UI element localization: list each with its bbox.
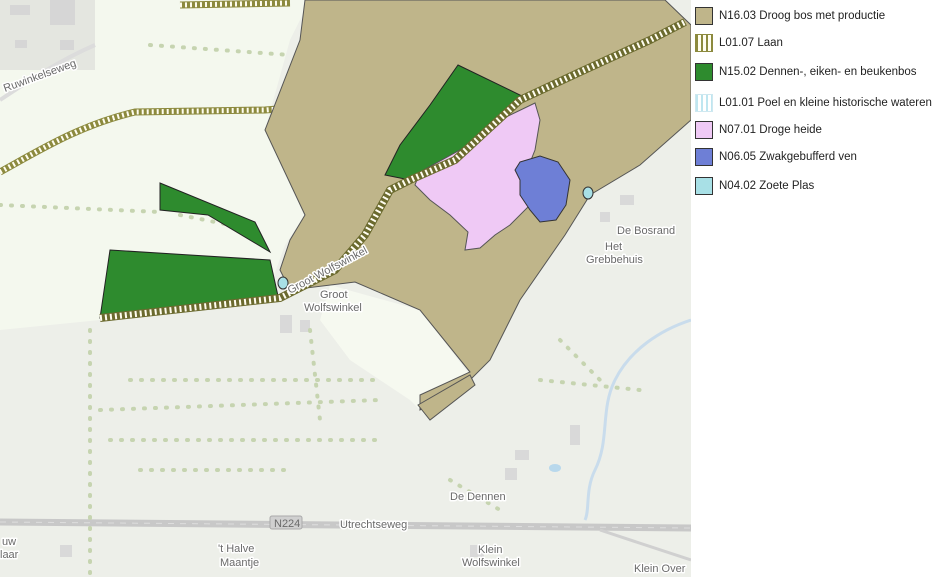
label-de-bosrand: De Bosrand bbox=[617, 225, 675, 237]
label-wolfswinkel: Wolfswinkel bbox=[304, 302, 362, 314]
label-klein-over: Klein Over bbox=[634, 563, 686, 575]
map-canvas[interactable]: Ruwinkelseweg Groot Wolfswinkel Groot Wo… bbox=[0, 0, 691, 577]
building bbox=[600, 212, 610, 222]
legend-item-zoete-plas: N04.02 Zoete Plas bbox=[695, 176, 814, 196]
building bbox=[505, 468, 517, 480]
building bbox=[10, 5, 30, 15]
legend-label: N04.02 Zoete Plas bbox=[719, 180, 815, 192]
legend-label: N15.02 Dennen-, eiken- en beukenbos bbox=[719, 66, 917, 78]
label-de-dennen: De Dennen bbox=[450, 491, 506, 503]
legend-item-droog-bos: N16.03 Droog bos met productie bbox=[695, 6, 885, 26]
building bbox=[60, 40, 74, 50]
swatch-zoete-plas bbox=[695, 177, 713, 195]
legend-item-zwakgebufferd-ven: N06.05 Zwakgebufferd ven bbox=[695, 147, 857, 167]
small-pond bbox=[549, 464, 561, 472]
legend-item-poel: L01.01 Poel en kleine historische watere… bbox=[695, 93, 932, 113]
label-maantje: Maantje bbox=[220, 557, 259, 569]
label-groot: Groot bbox=[320, 289, 348, 301]
label-klein-wolfswinkel: Wolfswinkel bbox=[462, 557, 520, 569]
legend-item-dennen-eiken-beukenbos: N15.02 Dennen-, eiken- en beukenbos bbox=[695, 62, 917, 82]
building bbox=[620, 195, 634, 205]
swatch-poel bbox=[695, 94, 713, 112]
area-zoete-plas[interactable] bbox=[582, 186, 594, 200]
building bbox=[50, 0, 75, 25]
legend-item-droge-heide: N07.01 Droge heide bbox=[695, 120, 822, 140]
building bbox=[570, 425, 580, 445]
legend-label: N07.01 Droge heide bbox=[719, 124, 822, 136]
label-t-halve: 't Halve bbox=[218, 543, 254, 555]
building bbox=[515, 450, 529, 460]
legend-label: N16.03 Droog bos met productie bbox=[719, 10, 886, 22]
label-road-shield: N224 bbox=[274, 518, 300, 530]
swatch-droog-bos bbox=[695, 7, 713, 25]
swatch-zwakgebufferd-ven bbox=[695, 148, 713, 166]
map-view[interactable]: Ruwinkelseweg Groot Wolfswinkel Groot Wo… bbox=[0, 0, 691, 577]
label-uw: uw bbox=[2, 536, 16, 548]
map-legend: N16.03 Droog bos met productie L01.07 La… bbox=[691, 0, 951, 577]
label-grebbehuis: Grebbehuis bbox=[586, 254, 643, 266]
legend-label: N06.05 Zwakgebufferd ven bbox=[719, 151, 857, 163]
building bbox=[60, 545, 72, 557]
label-utrechtseweg: Utrechtseweg bbox=[340, 519, 407, 531]
legend-label: L01.07 Laan bbox=[719, 37, 783, 49]
legend-item-laan: L01.07 Laan bbox=[695, 33, 783, 53]
swatch-droge-heide bbox=[695, 121, 713, 139]
building bbox=[280, 315, 292, 333]
legend-label: L01.01 Poel en kleine historische watere… bbox=[719, 97, 932, 109]
label-klein: Klein bbox=[478, 544, 502, 556]
label-het: Het bbox=[605, 241, 622, 253]
swatch-dennen-eiken-beukenbos bbox=[695, 63, 713, 81]
swatch-laan bbox=[695, 34, 713, 52]
label-laar: laar bbox=[0, 549, 19, 561]
building bbox=[15, 40, 27, 48]
